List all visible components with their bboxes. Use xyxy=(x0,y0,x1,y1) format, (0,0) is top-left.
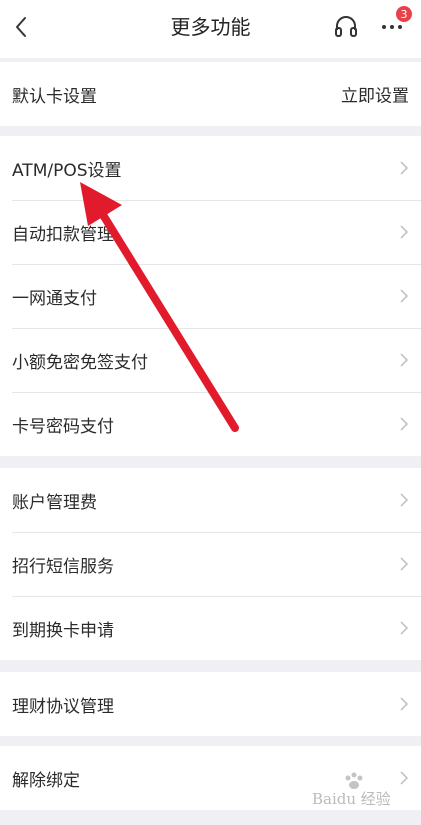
chevron-right-icon xyxy=(400,697,409,711)
chevron-right-icon xyxy=(400,621,409,635)
chevron-right-icon xyxy=(400,225,409,239)
netpay-row[interactable]: 一网通支付 xyxy=(0,264,421,328)
row-label: 默认卡设置 xyxy=(12,86,97,107)
wealth-group: 理财协议管理 xyxy=(0,672,421,736)
auto-debit-row[interactable]: 自动扣款管理 xyxy=(0,200,421,264)
account-services-group: 账户管理费 招行短信服务 到期换卡申请 xyxy=(0,468,421,660)
chevron-right-icon xyxy=(400,161,409,175)
chevron-right-icon xyxy=(400,557,409,571)
row-label: 一网通支付 xyxy=(12,288,97,309)
notification-badge: 3 xyxy=(395,5,413,23)
payment-settings-group: ATM/POS设置 自动扣款管理 一网通支付 小额免密免签支付 卡号密码支付 xyxy=(0,136,421,456)
chevron-right-icon xyxy=(400,353,409,367)
row-label: 小额免密免签支付 xyxy=(12,352,148,373)
default-card-setting-row[interactable]: 默认卡设置 立即设置 xyxy=(0,62,421,126)
nav-bar: 更多功能 3 xyxy=(0,0,421,58)
headset-icon xyxy=(335,16,357,37)
row-label: ATM/POS设置 xyxy=(12,160,122,181)
row-label: 自动扣款管理 xyxy=(12,224,114,245)
chevron-right-icon xyxy=(400,417,409,431)
account-fee-row[interactable]: 账户管理费 xyxy=(0,468,421,532)
row-label: 理财协议管理 xyxy=(12,696,114,717)
row-label: 卡号密码支付 xyxy=(12,416,114,437)
more-functions-page: 更多功能 3 默认卡设置 立即设置 ATM/POS设置 自动扣款管理 一网通支付… xyxy=(0,0,421,825)
watermark-text: Baidu 经验 xyxy=(312,790,391,808)
row-label: 解除绑定 xyxy=(12,770,80,791)
chevron-right-icon xyxy=(400,289,409,303)
chevron-right-icon xyxy=(400,493,409,507)
small-amount-free-pay-row[interactable]: 小额免密免签支付 xyxy=(0,328,421,392)
atm-pos-setting-row[interactable]: ATM/POS设置 xyxy=(0,136,421,200)
card-renewal-row[interactable]: 到期换卡申请 xyxy=(0,596,421,660)
sms-service-row[interactable]: 招行短信服务 xyxy=(0,532,421,596)
row-label: 账户管理费 xyxy=(12,492,97,513)
row-label: 到期换卡申请 xyxy=(12,620,114,641)
row-label: 招行短信服务 xyxy=(12,556,114,577)
set-now-link[interactable]: 立即设置 xyxy=(341,82,409,107)
baidu-watermark: Baidu 经验 xyxy=(312,772,416,812)
wealth-agreement-row[interactable]: 理财协议管理 xyxy=(0,672,421,736)
default-card-group: 默认卡设置 立即设置 xyxy=(0,62,421,126)
customer-service-button[interactable] xyxy=(332,12,360,42)
card-password-pay-row[interactable]: 卡号密码支付 xyxy=(0,392,421,456)
